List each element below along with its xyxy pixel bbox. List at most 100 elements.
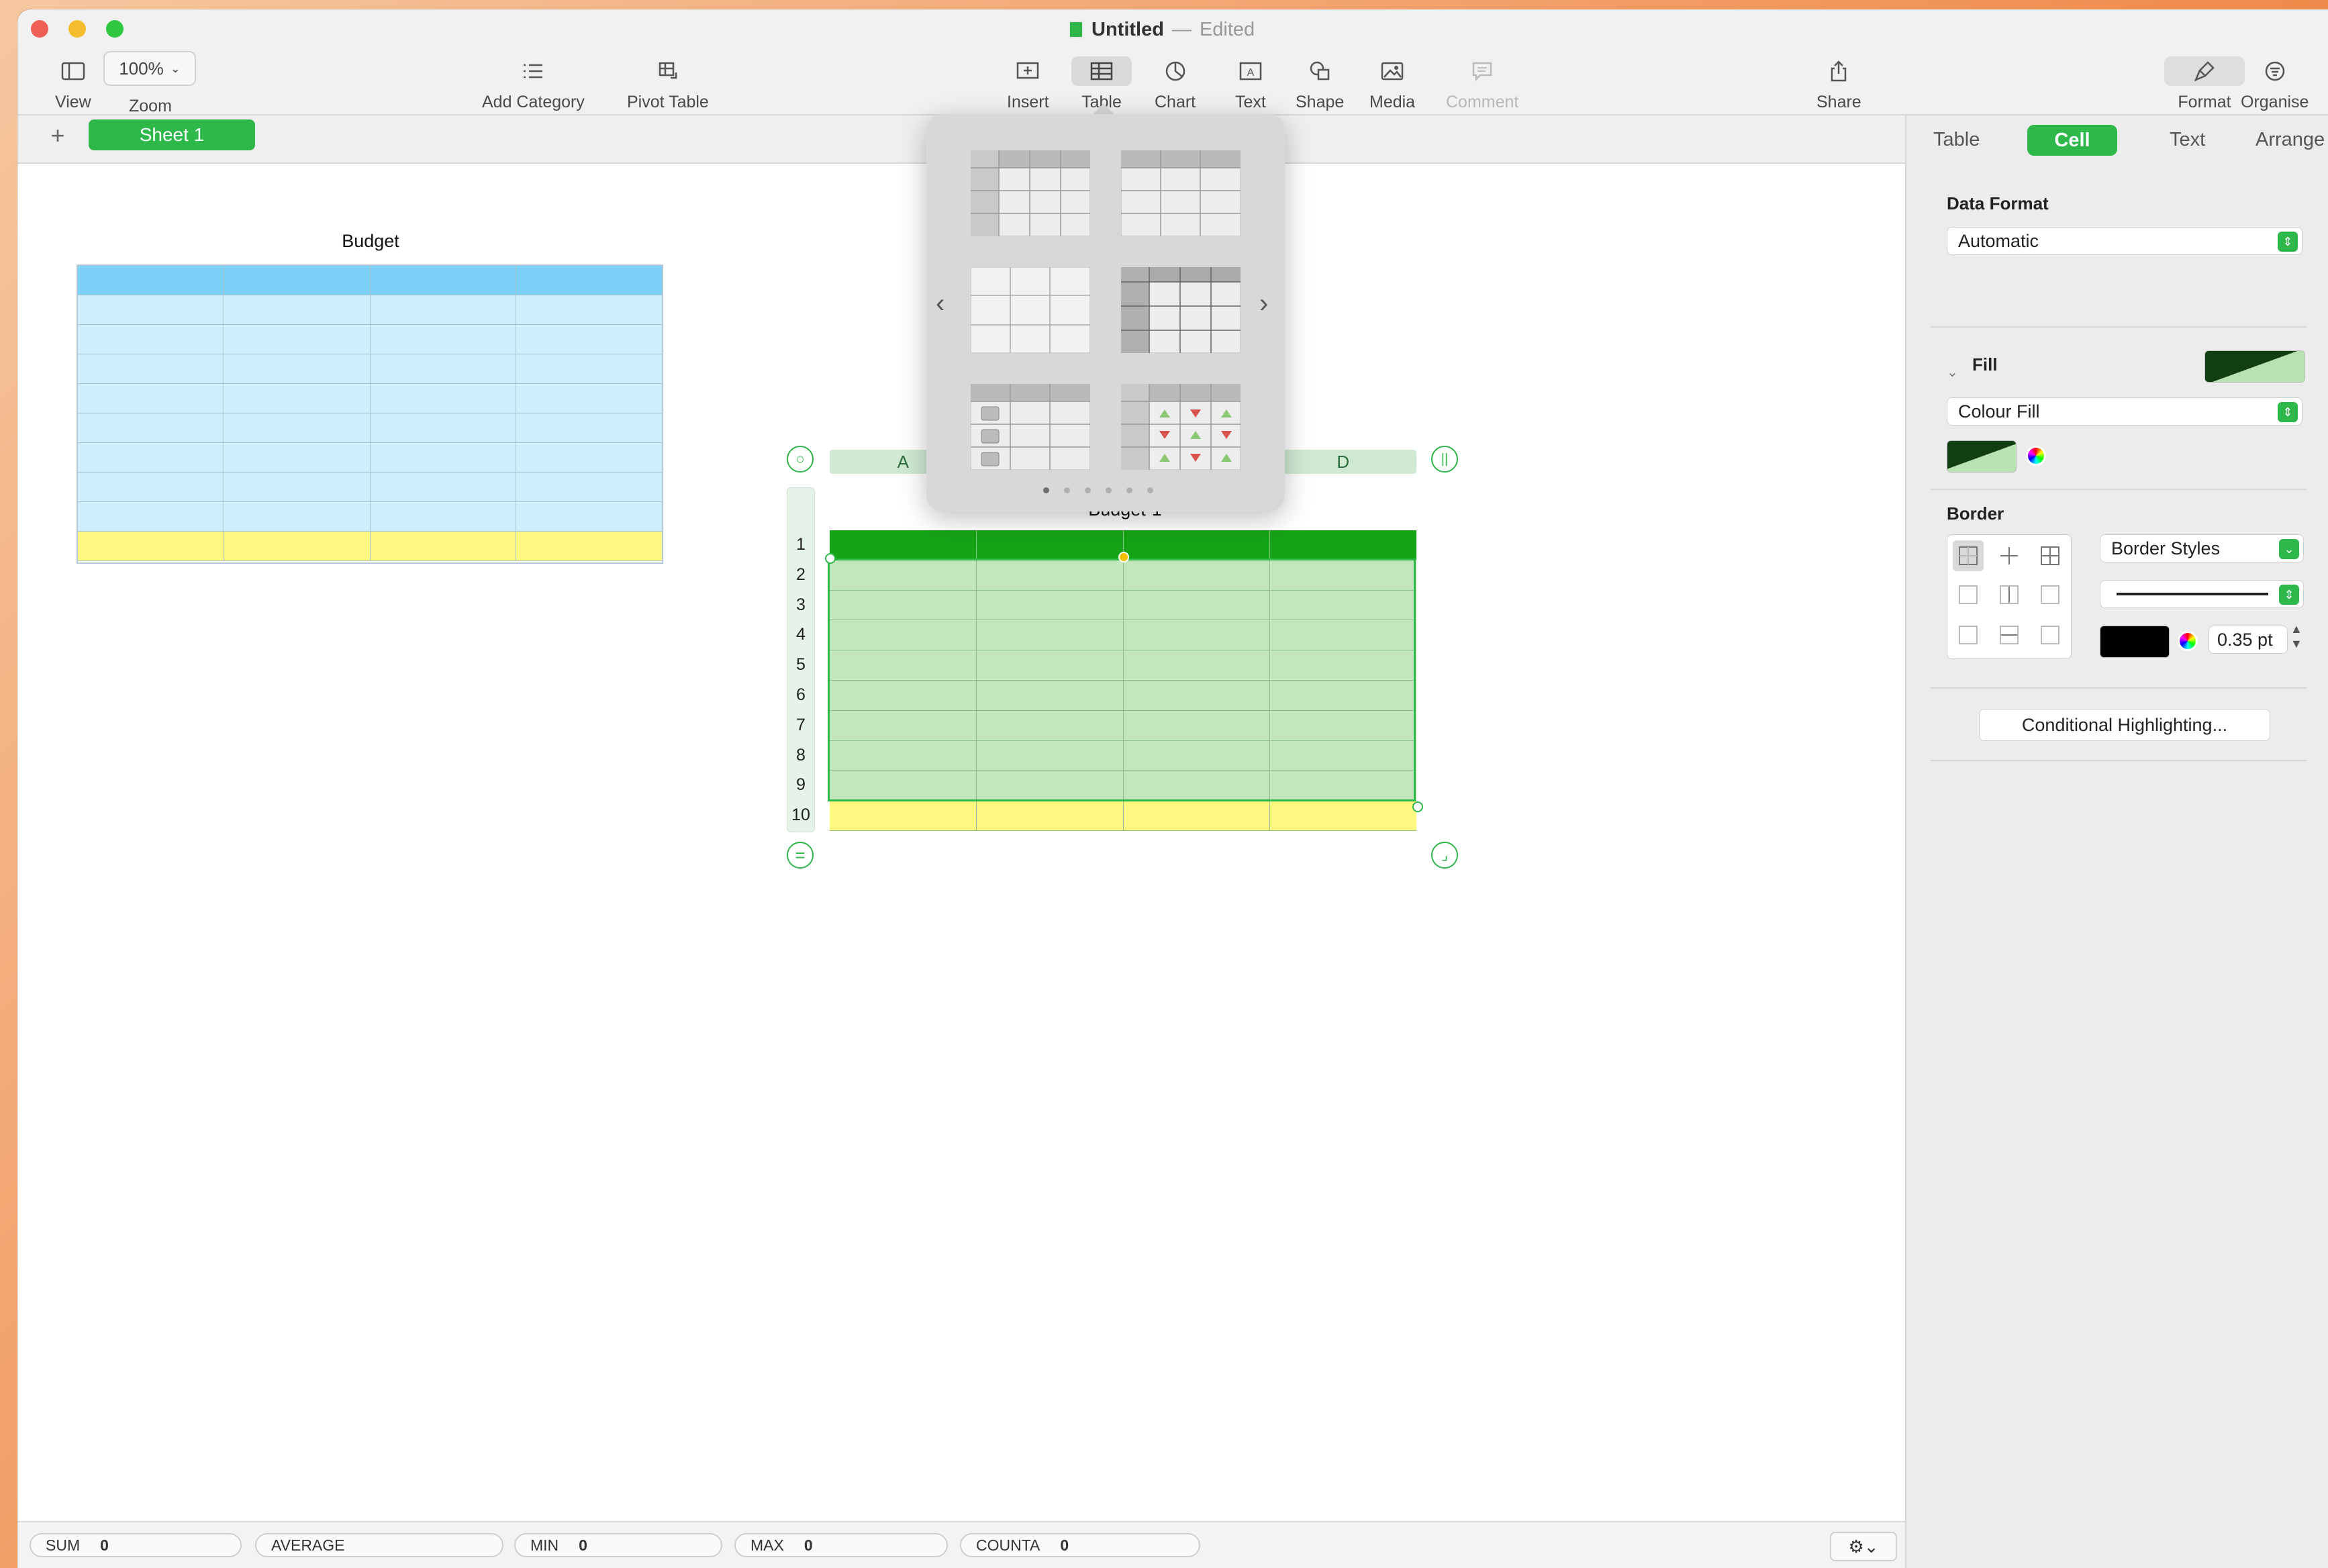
add-column-handle[interactable]: ||	[1431, 446, 1458, 473]
table-cell[interactable]	[516, 384, 662, 413]
chevron-right-icon[interactable]: ›	[1259, 289, 1268, 319]
table-cell[interactable]	[516, 443, 662, 472]
row-header-5[interactable]: 5	[787, 655, 814, 675]
row-header-1[interactable]: 1	[787, 535, 814, 554]
table-cell[interactable]	[1270, 560, 1416, 590]
max-stat[interactable]: MAX 0	[734, 1533, 948, 1557]
table-row[interactable]	[78, 443, 662, 473]
media-button[interactable]: Media	[1369, 56, 1415, 112]
row-header-3[interactable]: 3	[787, 595, 814, 615]
table-row[interactable]	[78, 266, 662, 295]
gear-icon[interactable]: ⚙⌄	[1830, 1532, 1897, 1561]
table-cell[interactable]	[78, 384, 224, 413]
table-cell[interactable]	[1270, 771, 1416, 800]
selection-handle-top-center[interactable]	[1118, 552, 1129, 562]
table-row[interactable]	[830, 771, 1416, 801]
row-header-8[interactable]: 8	[787, 746, 814, 765]
organise-button[interactable]: Organise	[2241, 56, 2309, 112]
inspector-tab-table[interactable]: Table	[1933, 129, 1980, 151]
pivot-table-button[interactable]: Pivot Table	[627, 56, 709, 112]
row-header-10[interactable]: 10	[787, 805, 814, 825]
budget-table[interactable]	[77, 264, 663, 564]
table-style-4[interactable]	[1121, 267, 1241, 353]
table-cell[interactable]	[1270, 681, 1416, 710]
table-cell[interactable]	[1124, 740, 1271, 771]
color-wheel-icon[interactable]	[2026, 446, 2046, 466]
table-cell[interactable]	[977, 801, 1124, 830]
table-cell[interactable]	[1124, 650, 1271, 680]
fill-label[interactable]: Fill	[1972, 354, 1998, 375]
table-row[interactable]	[78, 532, 662, 561]
table-row[interactable]	[830, 801, 1416, 831]
table-cell[interactable]	[516, 325, 662, 354]
table-row[interactable]	[830, 650, 1416, 681]
conditional-highlighting-button[interactable]: Conditional Highlighting...	[1979, 709, 2270, 741]
table-cell[interactable]	[371, 532, 517, 560]
inspector-tab-text[interactable]: Text	[2170, 129, 2205, 151]
fill-type-popup[interactable]: Colour Fill ⇕	[1947, 397, 2302, 426]
table-cell[interactable]	[516, 354, 662, 383]
table-style-1[interactable]	[971, 150, 1090, 236]
table-cell[interactable]	[830, 680, 977, 710]
table-cell[interactable]	[371, 443, 517, 472]
row-header-bar[interactable]: 1 2 3 4 5 6 7 8 9 10	[787, 487, 815, 832]
table-row[interactable]	[830, 590, 1416, 621]
table-cell[interactable]	[516, 413, 662, 442]
table-cell[interactable]	[830, 620, 977, 650]
table-cell[interactable]	[224, 354, 371, 383]
table-cell[interactable]	[78, 532, 224, 560]
table-cell[interactable]	[1124, 590, 1271, 620]
table-row[interactable]	[78, 354, 662, 384]
table-cell[interactable]	[516, 502, 662, 531]
table-cell[interactable]	[78, 266, 224, 295]
table-cell[interactable]	[830, 740, 977, 771]
minimize-window-button[interactable]	[68, 20, 86, 38]
table-cell[interactable]	[224, 325, 371, 354]
table-cell[interactable]	[224, 473, 371, 501]
fill-color-well[interactable]	[2204, 350, 2305, 383]
row-header-9[interactable]: 9	[787, 775, 814, 795]
zoom-popup[interactable]: 100% ⌄	[103, 51, 196, 86]
table-cell[interactable]	[830, 560, 977, 590]
add-sheet-button[interactable]: +	[44, 122, 71, 149]
border-color-swatch[interactable]	[2100, 626, 2170, 658]
table-cell[interactable]	[1270, 741, 1416, 771]
sum-stat[interactable]: SUM 0	[30, 1533, 242, 1557]
table-cell[interactable]	[977, 680, 1124, 710]
maximize-window-button[interactable]	[106, 20, 124, 38]
table-cell[interactable]	[371, 384, 517, 413]
table-cell[interactable]	[78, 473, 224, 501]
border-picker[interactable]	[1947, 534, 2072, 659]
row-header-4[interactable]: 4	[787, 625, 814, 644]
table-cell[interactable]	[371, 295, 517, 324]
table-cell[interactable]	[516, 295, 662, 324]
insert-button[interactable]: Insert	[1007, 56, 1049, 112]
table-cell[interactable]	[371, 473, 517, 501]
table-cell[interactable]	[516, 473, 662, 501]
table-row[interactable]	[78, 413, 662, 443]
inspector-tab-cell[interactable]: Cell	[2027, 125, 2117, 156]
table-cell[interactable]	[224, 295, 371, 324]
table-cell[interactable]	[977, 620, 1124, 650]
table-cell[interactable]	[1124, 620, 1271, 650]
data-format-popup[interactable]: Automatic ⇕	[1947, 227, 2302, 255]
table-row[interactable]	[830, 680, 1416, 711]
table-cell[interactable]	[977, 710, 1124, 740]
table-cell[interactable]	[78, 413, 224, 442]
table-cell[interactable]	[1270, 650, 1416, 680]
table-cell[interactable]	[1124, 771, 1271, 801]
table-cell[interactable]	[1124, 801, 1271, 830]
table-cell[interactable]	[1270, 801, 1416, 830]
inspector-tab-arrange[interactable]: Arrange	[2256, 129, 2325, 151]
table-cell[interactable]	[1270, 711, 1416, 740]
color-wheel-icon[interactable]	[2178, 631, 2198, 651]
resize-table-handle[interactable]: ⌟	[1431, 842, 1458, 869]
table-cell[interactable]	[1124, 710, 1271, 740]
table-cell[interactable]	[78, 325, 224, 354]
table-cell[interactable]	[977, 650, 1124, 680]
table-cell[interactable]	[1270, 620, 1416, 650]
row-header-7[interactable]: 7	[787, 716, 814, 735]
table-cell[interactable]	[224, 413, 371, 442]
table-row[interactable]	[78, 384, 662, 413]
table-style-3[interactable]	[971, 267, 1090, 353]
